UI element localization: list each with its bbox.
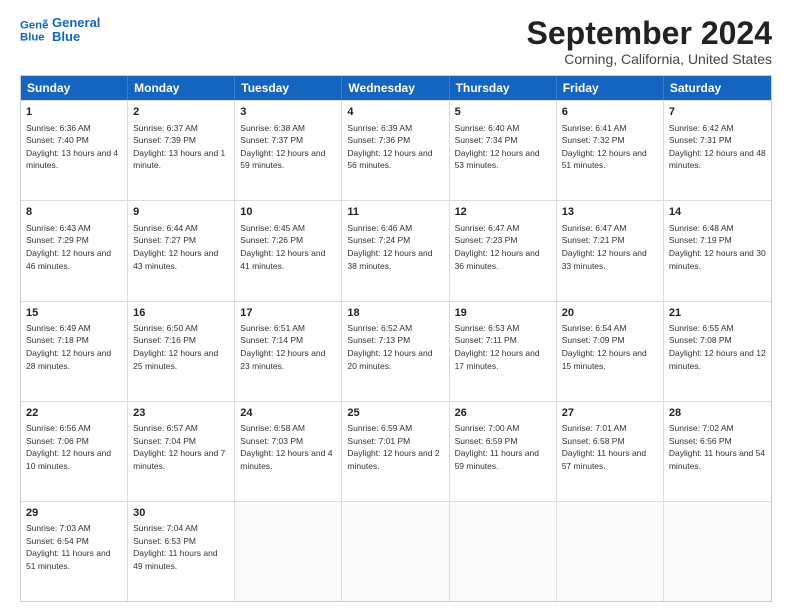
subtitle: Corning, California, United States — [527, 51, 772, 67]
day-30: 30 Sunrise: 7:04 AMSunset: 6:53 PMDaylig… — [128, 502, 235, 601]
day-22: 22 Sunrise: 6:56 AMSunset: 7:06 PMDaylig… — [21, 402, 128, 501]
logo-icon: General Blue — [20, 16, 48, 44]
day-23: 23 Sunrise: 6:57 AMSunset: 7:04 PMDaylig… — [128, 402, 235, 501]
day-16: 16 Sunrise: 6:50 AMSunset: 7:16 PMDaylig… — [128, 302, 235, 401]
day-9: 9 Sunrise: 6:44 AMSunset: 7:27 PMDayligh… — [128, 201, 235, 300]
header-monday: Monday — [128, 76, 235, 100]
day-11: 11 Sunrise: 6:46 AMSunset: 7:24 PMDaylig… — [342, 201, 449, 300]
logo: General Blue General Blue — [20, 16, 100, 45]
day-6: 6 Sunrise: 6:41 AMSunset: 7:32 PMDayligh… — [557, 101, 664, 200]
header-thursday: Thursday — [450, 76, 557, 100]
day-18: 18 Sunrise: 6:52 AMSunset: 7:13 PMDaylig… — [342, 302, 449, 401]
day-26: 26 Sunrise: 7:00 AMSunset: 6:59 PMDaylig… — [450, 402, 557, 501]
day-20: 20 Sunrise: 6:54 AMSunset: 7:09 PMDaylig… — [557, 302, 664, 401]
title-block: September 2024 Corning, California, Unit… — [527, 16, 772, 67]
day-empty-5 — [557, 502, 664, 601]
day-25: 25 Sunrise: 6:59 AMSunset: 7:01 PMDaylig… — [342, 402, 449, 501]
week-row-4: 22 Sunrise: 6:56 AMSunset: 7:06 PMDaylig… — [21, 401, 771, 501]
day-13: 13 Sunrise: 6:47 AMSunset: 7:21 PMDaylig… — [557, 201, 664, 300]
day-4: 4 Sunrise: 6:39 AMSunset: 7:36 PMDayligh… — [342, 101, 449, 200]
svg-text:Blue: Blue — [20, 32, 45, 44]
week-row-3: 15 Sunrise: 6:49 AMSunset: 7:18 PMDaylig… — [21, 301, 771, 401]
logo-line2: Blue — [52, 30, 100, 44]
header-saturday: Saturday — [664, 76, 771, 100]
page-header: General Blue General Blue September 2024… — [20, 16, 772, 67]
week-row-5: 29 Sunrise: 7:03 AMSunset: 6:54 PMDaylig… — [21, 501, 771, 601]
day-14: 14 Sunrise: 6:48 AMSunset: 7:19 PMDaylig… — [664, 201, 771, 300]
day-5: 5 Sunrise: 6:40 AMSunset: 7:34 PMDayligh… — [450, 101, 557, 200]
header-tuesday: Tuesday — [235, 76, 342, 100]
day-24: 24 Sunrise: 6:58 AMSunset: 7:03 PMDaylig… — [235, 402, 342, 501]
logo-line1: General — [52, 16, 100, 30]
day-7: 7 Sunrise: 6:42 AMSunset: 7:31 PMDayligh… — [664, 101, 771, 200]
header-sunday: Sunday — [21, 76, 128, 100]
day-19: 19 Sunrise: 6:53 AMSunset: 7:11 PMDaylig… — [450, 302, 557, 401]
header-wednesday: Wednesday — [342, 76, 449, 100]
calendar-header: Sunday Monday Tuesday Wednesday Thursday… — [21, 76, 771, 100]
day-empty-3 — [342, 502, 449, 601]
day-12: 12 Sunrise: 6:47 AMSunset: 7:23 PMDaylig… — [450, 201, 557, 300]
day-27: 27 Sunrise: 7:01 AMSunset: 6:58 PMDaylig… — [557, 402, 664, 501]
day-1: 1Sunrise: 6:36 AMSunset: 7:40 PMDaylight… — [21, 101, 128, 200]
day-10: 10 Sunrise: 6:45 AMSunset: 7:26 PMDaylig… — [235, 201, 342, 300]
day-21: 21 Sunrise: 6:55 AMSunset: 7:08 PMDaylig… — [664, 302, 771, 401]
calendar: Sunday Monday Tuesday Wednesday Thursday… — [20, 75, 772, 602]
day-empty-2 — [235, 502, 342, 601]
day-17: 17 Sunrise: 6:51 AMSunset: 7:14 PMDaylig… — [235, 302, 342, 401]
day-29: 29 Sunrise: 7:03 AMSunset: 6:54 PMDaylig… — [21, 502, 128, 601]
day-15: 15 Sunrise: 6:49 AMSunset: 7:18 PMDaylig… — [21, 302, 128, 401]
week-row-2: 8 Sunrise: 6:43 AMSunset: 7:29 PMDayligh… — [21, 200, 771, 300]
day-8: 8 Sunrise: 6:43 AMSunset: 7:29 PMDayligh… — [21, 201, 128, 300]
header-friday: Friday — [557, 76, 664, 100]
week-row-1: 1Sunrise: 6:36 AMSunset: 7:40 PMDaylight… — [21, 100, 771, 200]
calendar-body: 1Sunrise: 6:36 AMSunset: 7:40 PMDaylight… — [21, 100, 771, 601]
main-title: September 2024 — [527, 16, 772, 51]
day-empty-4 — [450, 502, 557, 601]
calendar-page: General Blue General Blue September 2024… — [0, 0, 792, 612]
day-28: 28 Sunrise: 7:02 AMSunset: 6:56 PMDaylig… — [664, 402, 771, 501]
day-2: 2 Sunrise: 6:37 AMSunset: 7:39 PMDayligh… — [128, 101, 235, 200]
day-empty-6 — [664, 502, 771, 601]
day-3: 3 Sunrise: 6:38 AMSunset: 7:37 PMDayligh… — [235, 101, 342, 200]
